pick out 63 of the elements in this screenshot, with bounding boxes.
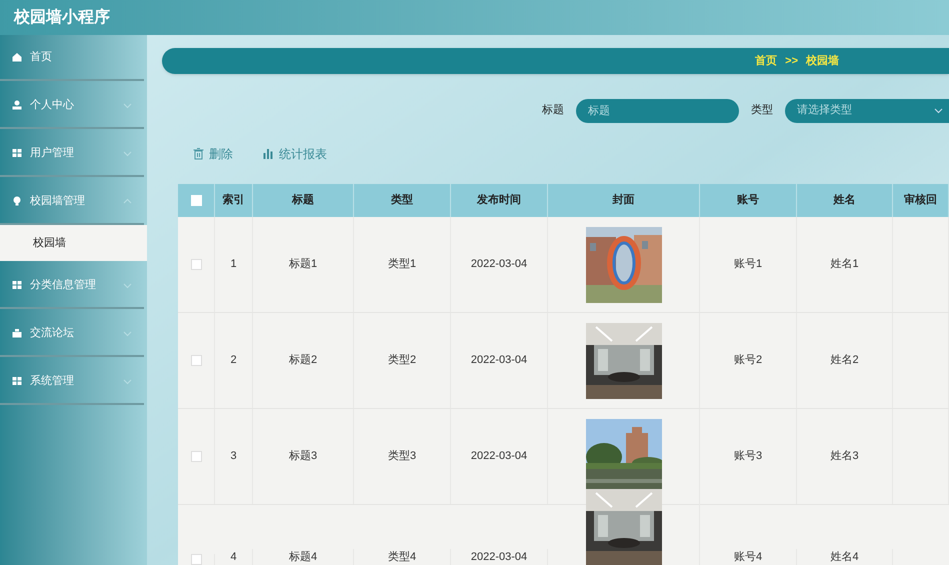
column-header: 索引 [222, 192, 244, 208]
chevron-icon [934, 107, 943, 114]
checkbox[interactable] [190, 259, 202, 270]
sidebar-subitem[interactable]: 校园墙 [0, 225, 147, 261]
checkbox[interactable] [190, 451, 202, 462]
table-cell-text: 账号1 [734, 257, 762, 272]
column-header: 账号 [737, 192, 759, 208]
table-cell-text: 类型1 [388, 257, 416, 272]
column-header: 姓名 [834, 192, 856, 208]
column-header: 审核回 [904, 192, 937, 208]
column-header: 封面 [612, 192, 634, 208]
type-dropdown[interactable]: 请选择类型 [785, 98, 949, 123]
table-cell-text: 标题1 [288, 257, 318, 272]
breadcrumb-link[interactable]: 首页 [755, 52, 778, 70]
table-cell-text: 类型4 [388, 550, 416, 564]
sidebar-item[interactable]: 分类信息管理 [0, 263, 144, 309]
grid-icon [12, 280, 22, 290]
grid-icon [12, 148, 22, 158]
table-cell-text: 3 [230, 449, 237, 464]
trash-icon [193, 148, 204, 160]
table-cell-text: 姓名2 [830, 353, 859, 368]
table-cell-text: 姓名1 [830, 257, 859, 272]
breadcrumb-separator: >> [785, 54, 798, 69]
user-icon [12, 100, 22, 110]
table-cell-text: 姓名3 [830, 449, 859, 464]
sidebar-item[interactable]: 个人中心 [0, 83, 144, 129]
sidebar-item[interactable]: 用户管理 [0, 131, 144, 177]
sidebar-item[interactable]: 系统管理 [0, 359, 144, 405]
table-cell-text: 2 [230, 353, 237, 368]
home-icon [12, 52, 22, 62]
table-cell-text: 2022-03-04 [470, 257, 528, 272]
table-cell-text: 标题3 [288, 449, 318, 464]
sidebar-item[interactable]: 交流论坛 [0, 311, 144, 357]
table-cell-text: 类型3 [388, 449, 416, 464]
app-title: 校园墙小程序 [14, 7, 110, 28]
field-label: 类型 [751, 103, 773, 118]
checkbox[interactable] [190, 355, 202, 366]
column-header: 标题 [292, 192, 314, 208]
table-cell-text: 2022-03-04 [470, 449, 528, 464]
table-cell-text: 标题2 [288, 353, 318, 368]
breadcrumb-link[interactable]: 校园墙 [806, 52, 839, 70]
report-button[interactable]: 统计报表 [263, 145, 327, 164]
table-cell-text: 4 [230, 550, 237, 564]
title-search-field[interactable]: 标题 [576, 98, 739, 123]
table-cell-text: 类型2 [388, 353, 416, 368]
table-cell-text: 2022-03-04 [470, 550, 528, 564]
table-cell-text: 姓名4 [830, 550, 859, 564]
field-label: 标题 [542, 103, 564, 118]
table-cell-text: 账号4 [734, 550, 762, 564]
bulb-icon [12, 196, 22, 206]
table-cell-text: 账号3 [734, 449, 762, 464]
table-cell-text: 账号2 [734, 353, 762, 368]
grid-icon [12, 376, 22, 386]
column-header: 发布时间 [477, 192, 521, 208]
table-cell-text: 2022-03-04 [470, 353, 528, 368]
bar-chart-icon [263, 148, 274, 160]
table-cell-text: 1 [230, 257, 237, 272]
column-header: 类型 [391, 192, 413, 208]
delete-button[interactable]: 删除 [193, 145, 233, 164]
briefcase-icon [12, 328, 22, 338]
table-cell-text: 标题4 [288, 550, 318, 564]
sidebar-item[interactable]: 首页 [0, 35, 144, 81]
checkbox[interactable] [190, 554, 202, 565]
